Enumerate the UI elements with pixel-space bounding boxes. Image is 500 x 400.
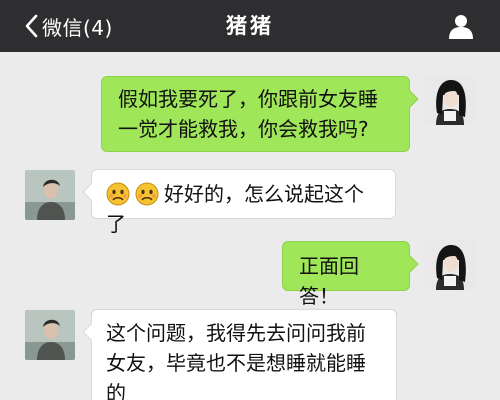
my-avatar[interactable]	[425, 240, 475, 290]
chevron-left-icon	[25, 14, 38, 38]
back-label: 微信(4)	[42, 15, 113, 40]
message-bubble-sent[interactable]: 假如我要死了，你跟前女友睡一觉才能救我，你会救我吗?	[101, 76, 419, 152]
worried-face-icon	[135, 182, 159, 206]
worried-face-icon	[106, 182, 130, 206]
message-bubble-received[interactable]: 好好的，怎么说起这个了	[82, 169, 396, 236]
message-text: 正面回答！	[299, 254, 359, 308]
message-text: 这个问题，我得先去问问我前女友，毕竟也不是想睡就能睡的	[106, 321, 366, 400]
message-text: 假如我要死了，你跟前女友睡一觉才能救我，你会救我吗?	[118, 87, 378, 141]
contact-avatar[interactable]	[25, 310, 75, 360]
message-bubble-sent[interactable]: 正面回答！	[282, 241, 419, 308]
back-button[interactable]: 微信(4)	[0, 0, 113, 52]
chat-header: 微信(4) 猪猪	[0, 0, 500, 52]
message-bubble-received[interactable]: 这个问题，我得先去问问我前女友，毕竟也不是想睡就能睡的	[82, 309, 397, 400]
contact-avatar[interactable]	[25, 170, 75, 220]
my-avatar[interactable]	[425, 75, 475, 125]
contact-profile-icon[interactable]	[448, 13, 474, 39]
